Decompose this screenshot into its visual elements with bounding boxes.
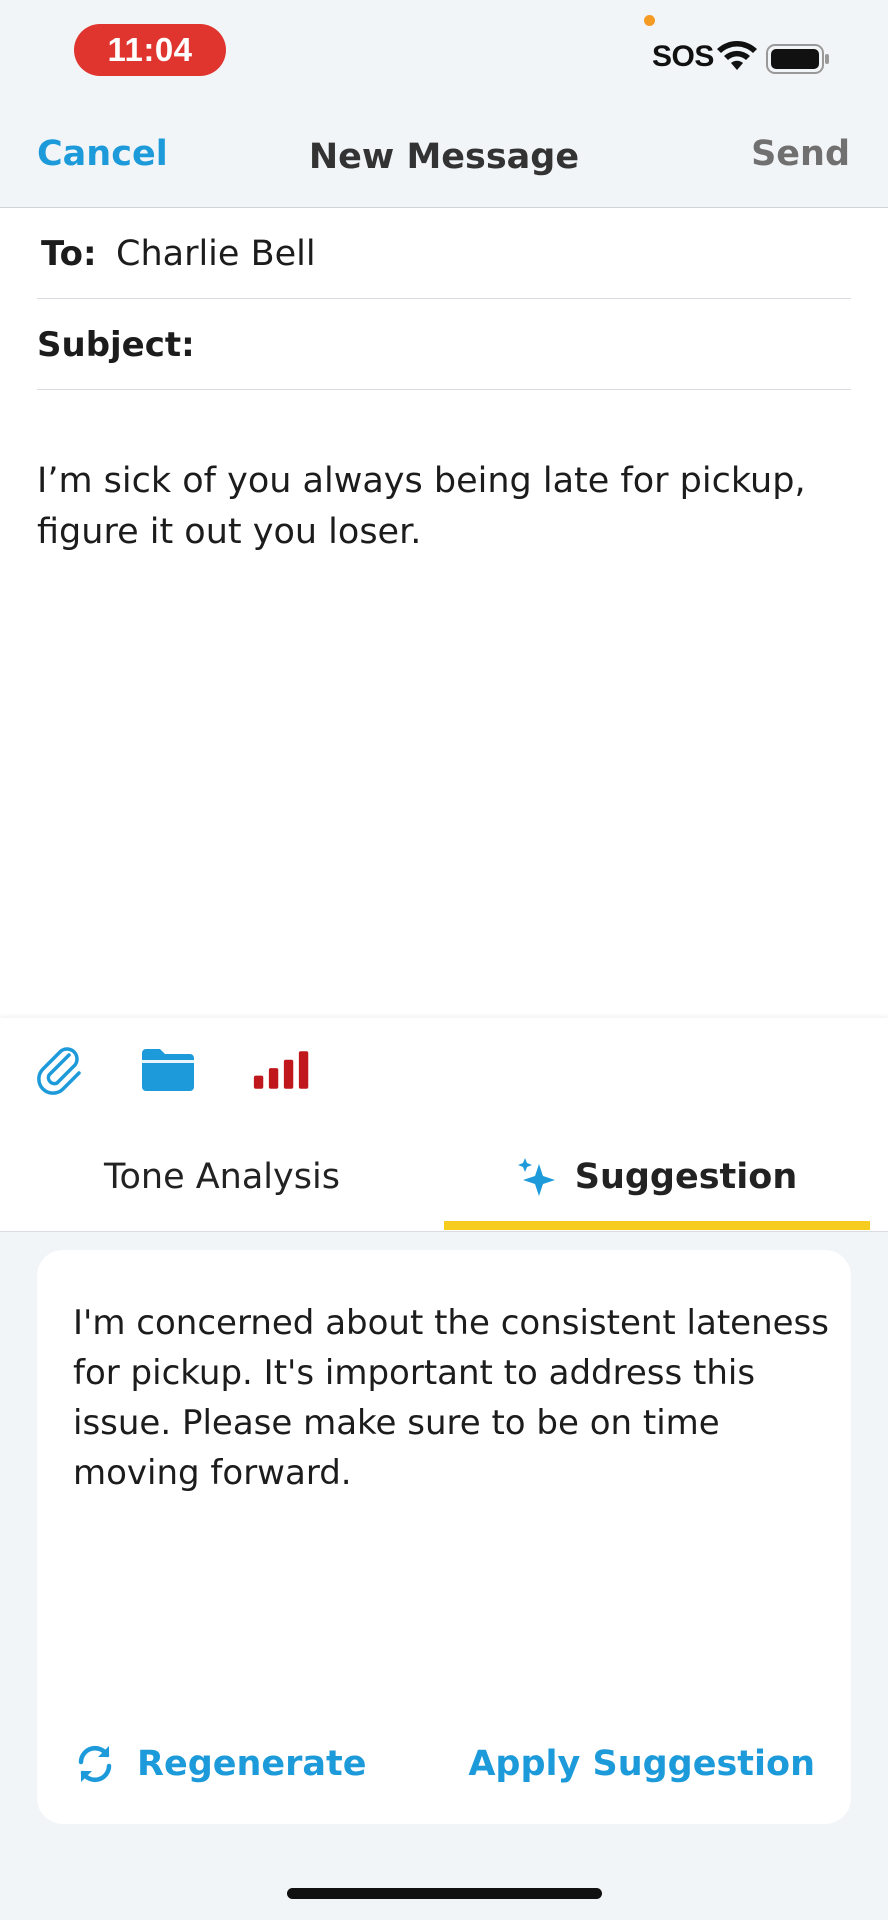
message-body-input[interactable]: I’m sick of you always being late for pi… [37,456,857,558]
to-field[interactable]: To: Charlie Bell [37,208,851,299]
folder-icon [142,1049,194,1091]
tab-bar: Tone Analysis Suggestion [0,1123,888,1232]
compose-toolbar [0,1018,888,1123]
privacy-indicator-dot [644,15,655,26]
navigation-bar: Cancel New Message Send [0,110,888,208]
wifi-icon [717,41,757,70]
to-recipient[interactable]: Charlie Bell [116,234,316,274]
send-button[interactable]: Send [751,134,850,174]
tab-suggestion[interactable]: Suggestion [444,1123,870,1231]
home-indicator[interactable] [287,1888,602,1899]
active-tab-indicator [444,1221,870,1230]
suggestion-card: I'm concerned about the consistent laten… [37,1250,851,1824]
folder-button[interactable] [138,1040,198,1100]
regenerate-label: Regenerate [137,1744,367,1784]
tab-tone-analysis-label: Tone Analysis [104,1157,340,1197]
compose-area: To: Charlie Bell Subject: I’m sick of yo… [0,208,888,1018]
tab-tone-analysis[interactable]: Tone Analysis [0,1123,444,1231]
regenerate-button[interactable]: Regenerate [73,1736,366,1792]
to-label: To: [41,234,97,274]
battery-icon [766,44,829,74]
attachment-button[interactable] [30,1040,90,1100]
sos-indicator: SOS [652,40,714,73]
signal-bars-icon [253,1051,309,1089]
status-time[interactable]: 11:04 [74,24,226,76]
status-bar: 11:04 SOS [0,0,888,110]
paperclip-icon [37,1047,81,1095]
suggestion-text: I'm concerned about the consistent laten… [73,1303,829,1493]
subject-field[interactable]: Subject: [37,299,851,390]
subject-label: Subject: [37,325,195,365]
tone-meter-button[interactable] [252,1040,312,1100]
sparkle-icon [517,1158,555,1196]
refresh-icon [78,1745,112,1783]
tab-suggestion-label: Suggestion [574,1157,798,1197]
apply-suggestion-button[interactable]: Apply Suggestion [468,1736,815,1792]
